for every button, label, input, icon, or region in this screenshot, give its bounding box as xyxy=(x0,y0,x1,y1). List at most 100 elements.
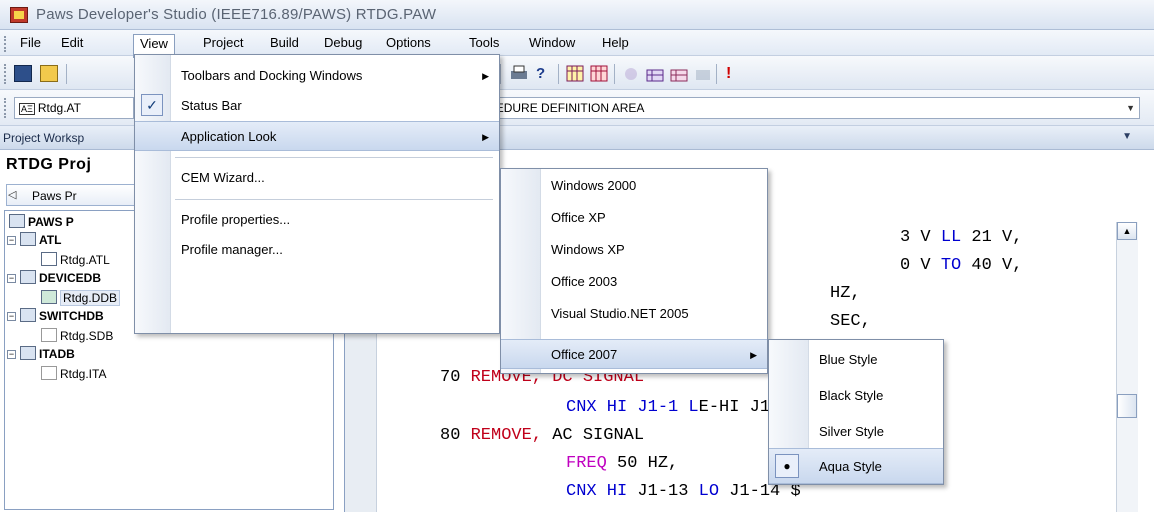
office-2007-style-menu: Blue Style Black Style Silver Style ● Aqu… xyxy=(768,339,944,485)
project-title: RTDG Proj xyxy=(6,156,92,173)
tree-node[interactable]: Rtdg.ATL xyxy=(41,251,110,269)
code-line: HZ, xyxy=(830,284,861,303)
scroll-up-icon[interactable]: ▲ xyxy=(1117,222,1137,240)
menu-file[interactable]: File xyxy=(14,34,47,54)
menu-item-label: Office 2007 xyxy=(551,347,618,362)
code-line: FREQ 50 HZ, xyxy=(566,454,678,473)
tree-node[interactable]: Rtdg.ITA xyxy=(41,365,106,383)
file-selector[interactable]: AΞ Rtdg.AT xyxy=(14,97,134,119)
code-line: 80 REMOVE, AC SIGNAL xyxy=(440,426,644,445)
app-icon xyxy=(10,7,28,23)
menu-item-cem-wizard[interactable]: CEM Wizard... xyxy=(135,163,499,193)
code-token: FREQ xyxy=(566,454,607,473)
title-bar: Paws Developer's Studio (IEEE716.89/PAWS… xyxy=(0,0,1154,30)
menu-item-blue-style[interactable]: Blue Style xyxy=(769,342,943,378)
menu-window[interactable]: Window xyxy=(523,34,581,54)
open-folder-icon[interactable] xyxy=(40,65,58,82)
grid-magenta-icon[interactable] xyxy=(670,65,688,82)
print-icon[interactable] xyxy=(510,65,528,82)
menu-item-label: Profile manager... xyxy=(181,242,283,257)
exclamation-icon[interactable]: ! xyxy=(726,65,744,82)
menu-item-office-xp[interactable]: Office XP xyxy=(501,203,767,233)
grid-purple-icon[interactable] xyxy=(646,65,664,82)
menu-debug[interactable]: Debug xyxy=(318,34,368,54)
tree-node[interactable]: − ATL xyxy=(7,231,61,249)
menu-item-label: Status Bar xyxy=(181,98,242,113)
grid-red-icon[interactable] xyxy=(590,65,608,82)
disabled-tool-icon xyxy=(622,65,640,82)
menu-item-aqua-style[interactable]: ● Aqua Style xyxy=(769,448,943,484)
chevron-down-icon[interactable]: ▼ xyxy=(1122,131,1132,142)
menu-item-profile-manager[interactable]: Profile manager... xyxy=(135,235,499,265)
code-token: J1-13 xyxy=(627,482,699,501)
tree-node[interactable]: − DEVICEDB xyxy=(7,269,101,287)
code-token: HZ, xyxy=(830,284,861,303)
code-token: 80 xyxy=(440,426,471,445)
tree-node[interactable]: Rtdg.DDB xyxy=(41,289,121,307)
code-token: SEC, xyxy=(830,312,871,331)
menu-separator xyxy=(175,199,493,200)
menu-item-windows-xp[interactable]: Windows XP xyxy=(501,235,767,265)
code-token: LL xyxy=(940,228,962,247)
menu-item-application-look[interactable]: Application Look ▶ xyxy=(135,121,499,151)
menu-item-label: Silver Style xyxy=(819,424,885,439)
code-line: CNX HI J1-13 LO J1-14 $ xyxy=(566,482,801,501)
collapse-icon[interactable]: − xyxy=(7,236,16,245)
submenu-arrow-icon: ▶ xyxy=(750,350,757,360)
toolbar-separator xyxy=(614,64,615,84)
save-icon[interactable] xyxy=(14,65,32,82)
toolbar-separator xyxy=(66,64,67,84)
tree-node[interactable]: PAWS P xyxy=(9,213,74,231)
menu-build[interactable]: Build xyxy=(264,34,305,54)
menu-help[interactable]: Help xyxy=(596,34,635,54)
menu-edit[interactable]: Edit xyxy=(55,34,89,54)
tree-node[interactable]: Rtdg.SDB xyxy=(41,327,113,345)
menu-item-windows-2000[interactable]: Windows 2000 xyxy=(501,171,767,201)
code-token: 40 V, xyxy=(961,256,1023,275)
collapse-icon[interactable]: − xyxy=(7,312,16,321)
code-token: 50 HZ, xyxy=(606,454,679,473)
menu-item-label: Windows 2000 xyxy=(551,178,637,193)
combobar-grip[interactable] xyxy=(4,98,7,118)
menu-item-label: Black Style xyxy=(819,388,884,403)
menu-item-black-style[interactable]: Black Style xyxy=(769,378,943,414)
menu-item-office-2007[interactable]: Office 2007 ▶ xyxy=(501,339,767,369)
menu-options[interactable]: Options xyxy=(380,34,437,54)
tree-node[interactable]: − SWITCHDB xyxy=(7,307,104,325)
grid-yellow-icon[interactable] xyxy=(566,65,584,82)
code-token: CNX HI xyxy=(566,482,628,501)
device-file-icon xyxy=(41,290,57,304)
tree-node[interactable]: − ITADB xyxy=(7,345,75,363)
menu-item-toolbars[interactable]: Toolbars and Docking Windows ▶ xyxy=(135,61,499,91)
menu-item-silver-style[interactable]: Silver Style xyxy=(769,414,943,450)
menu-tools[interactable]: Tools xyxy=(463,34,505,54)
toolbar-separator xyxy=(500,64,501,84)
menu-item-profile-properties[interactable]: Profile properties... xyxy=(135,205,499,235)
collapse-icon[interactable]: − xyxy=(7,274,16,283)
code-token: 0 V xyxy=(900,256,941,275)
switch-file-icon xyxy=(41,328,57,342)
toolbar-grip[interactable] xyxy=(4,64,7,84)
collapse-icon[interactable]: − xyxy=(7,350,16,359)
menu-item-label: Aqua Style xyxy=(819,459,882,474)
menu-item-label: Office XP xyxy=(551,210,606,225)
code-line: CNX HI J1-1 LE-HI J1-3 xyxy=(566,398,790,417)
code-line: 3 V LL 21 V, xyxy=(900,228,1022,247)
menu-item-status-bar[interactable]: ✓ Status Bar xyxy=(135,91,499,121)
code-token: 21 V, xyxy=(961,228,1023,247)
menu-project[interactable]: Project xyxy=(197,34,249,54)
tab-scroll-left-icon[interactable]: ◁ xyxy=(8,188,16,201)
radio-bullet-icon: ● xyxy=(775,454,799,478)
vertical-scrollbar[interactable] xyxy=(1116,222,1138,512)
code-token: LO xyxy=(698,482,720,501)
atlas-file-icon: AΞ xyxy=(19,103,35,115)
folder-icon xyxy=(20,232,36,246)
scrollbar-thumb[interactable] xyxy=(1117,394,1137,418)
menubar-grip[interactable] xyxy=(4,36,7,52)
submenu-arrow-icon: ▶ xyxy=(482,71,489,81)
menu-item-office-2003[interactable]: Office 2003 xyxy=(501,267,767,297)
chevron-down-icon[interactable]: ▼ xyxy=(1126,98,1135,118)
menu-item-vs-net-2005[interactable]: Visual Studio.NET 2005 xyxy=(501,299,767,329)
help-icon[interactable]: ? xyxy=(536,65,554,82)
code-line: 0 V TO 40 V, xyxy=(900,256,1022,275)
